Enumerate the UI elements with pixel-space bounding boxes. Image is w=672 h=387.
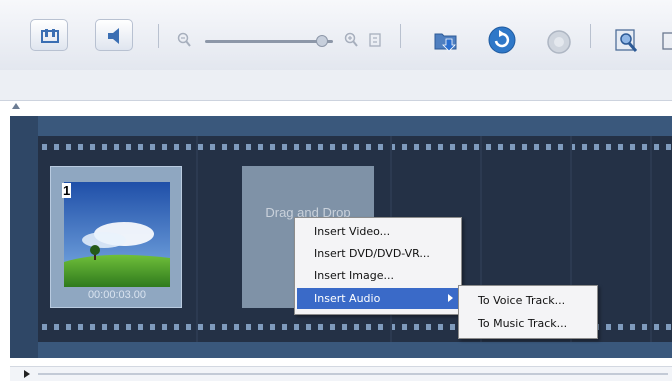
import-folder-icon[interactable]	[432, 26, 460, 54]
menu-item-to-music-track[interactable]: To Music Track...	[461, 313, 595, 334]
clip-thumbnail	[64, 182, 170, 287]
menu-item-insert-audio[interactable]: Insert Audio	[297, 288, 459, 309]
refresh-icon[interactable]	[486, 24, 518, 56]
video-clip-1[interactable]: 1 00:00:03.00	[50, 166, 182, 308]
horizontal-scrollbar[interactable]	[10, 366, 672, 381]
storyboard-top-band	[38, 116, 672, 136]
zoom-slider-thumb[interactable]	[316, 35, 328, 47]
find-icon[interactable]	[612, 26, 642, 56]
context-menu: Insert Video... Insert DVD/DVD-VR... Ins…	[294, 217, 462, 315]
storyboard-left-bar	[10, 116, 38, 358]
menu-item-insert-dvd[interactable]: Insert DVD/DVD-VR...	[297, 243, 459, 264]
menu-item-insert-video[interactable]: Insert Video...	[297, 221, 459, 242]
storyboard-view-button[interactable]	[30, 19, 68, 51]
zoom-in-icon[interactable]	[344, 32, 358, 48]
menu-item-to-voice-track[interactable]: To Voice Track...	[461, 290, 595, 311]
audio-icon	[108, 28, 119, 44]
toolbar-secondary-strip	[0, 70, 672, 101]
fit-icon[interactable]	[368, 32, 382, 48]
audio-submenu: To Voice Track... To Music Track...	[458, 285, 598, 339]
scrollbar-track[interactable]	[38, 373, 668, 375]
frame-divider	[650, 136, 652, 342]
toolbar-divider	[590, 24, 591, 48]
zoom-slider-track[interactable]	[205, 40, 333, 43]
toolbar-divider	[400, 24, 401, 48]
collapse-marker-icon[interactable]	[12, 103, 20, 109]
storyboard-bottom-band	[38, 342, 672, 358]
film-perforation-top	[42, 144, 672, 150]
clip-number: 1	[62, 183, 72, 198]
disabled-circle-icon	[547, 30, 571, 54]
scroll-right-arrow-icon[interactable]	[24, 370, 30, 378]
menu-item-insert-image[interactable]: Insert Image...	[297, 265, 459, 286]
clip-duration: 00:00:03.00	[87, 289, 147, 301]
landscape-thumbnail-image	[64, 182, 170, 287]
zoom-out-icon[interactable]	[177, 32, 191, 48]
toolbar-overflow-icon[interactable]	[662, 30, 672, 52]
frame-divider	[196, 136, 198, 342]
storyboard-view-icon	[41, 29, 59, 43]
toolbar-divider	[158, 24, 159, 48]
submenu-arrow-icon	[448, 294, 453, 302]
menu-item-insert-audio-label: Insert Audio	[314, 292, 381, 305]
toolbar	[0, 0, 672, 71]
audio-view-button[interactable]	[95, 19, 133, 51]
